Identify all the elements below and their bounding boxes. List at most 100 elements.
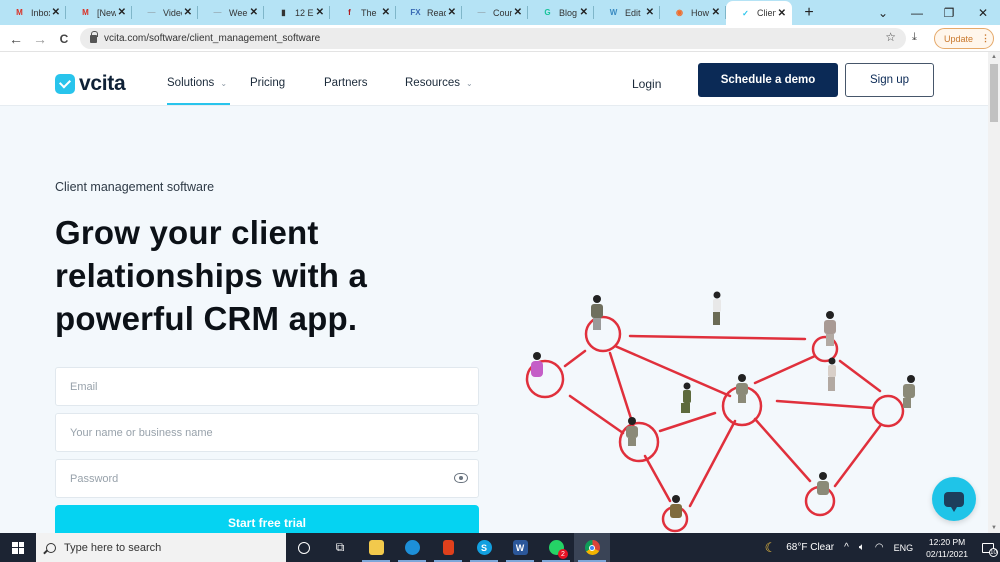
email-input[interactable] bbox=[70, 380, 430, 393]
scroll-down-icon[interactable]: ▼ bbox=[991, 525, 997, 531]
close-tab-icon[interactable]: ✕ bbox=[52, 7, 60, 18]
close-tab-icon[interactable]: ✕ bbox=[712, 7, 720, 18]
wordpress-icon: W bbox=[609, 8, 618, 17]
browser-tab[interactable]: ✓ Client✕ bbox=[726, 1, 792, 25]
tab-title: Video bbox=[163, 7, 182, 18]
hero-section: Client management software Grow your cli… bbox=[0, 106, 988, 533]
password-field[interactable] bbox=[55, 459, 479, 498]
close-tab-icon[interactable]: ✕ bbox=[250, 7, 258, 18]
person-figure bbox=[713, 291, 721, 325]
update-label: Update bbox=[944, 33, 974, 44]
browser-tab[interactable]: W Edit ✕ bbox=[594, 0, 660, 25]
whatsapp-button[interactable]: 2 bbox=[538, 533, 574, 562]
scroll-up-icon[interactable]: ▲ bbox=[991, 54, 997, 60]
tab-search-button[interactable]: ⌄ bbox=[866, 0, 900, 25]
back-button[interactable]: ← bbox=[6, 29, 26, 49]
browser-tab[interactable]: — Video✕ bbox=[132, 0, 198, 25]
forward-button[interactable]: → bbox=[30, 29, 50, 49]
clock[interactable]: 12:20 PM 02/11/2021 bbox=[926, 536, 968, 560]
task-view-button[interactable]: ⧉ bbox=[322, 533, 358, 562]
business-name-input[interactable] bbox=[70, 426, 430, 439]
lock-icon bbox=[90, 30, 98, 43]
close-tab-icon[interactable]: ✕ bbox=[448, 7, 456, 18]
weather-text[interactable]: 68°F Clear bbox=[786, 542, 834, 553]
network-node bbox=[584, 315, 622, 353]
nav-solutions[interactable]: Solutions ⌄ bbox=[167, 77, 227, 89]
close-tab-icon[interactable]: ✕ bbox=[778, 8, 786, 19]
live-chat-button[interactable] bbox=[932, 477, 976, 521]
whatsapp-badge: 2 bbox=[558, 549, 568, 559]
new-tab-button[interactable]: + bbox=[796, 0, 822, 25]
tab-title: Edit bbox=[625, 7, 641, 18]
login-link[interactable]: Login bbox=[632, 77, 661, 91]
update-button[interactable]: Update ⋮ bbox=[934, 28, 994, 49]
network-node bbox=[871, 394, 905, 428]
volume-icon[interactable]: 🔈︎ bbox=[859, 542, 865, 553]
sign-up-button[interactable]: Sign up bbox=[845, 63, 934, 97]
nav-partners[interactable]: Partners bbox=[324, 77, 367, 89]
language-indicator[interactable]: ENG bbox=[894, 543, 914, 553]
person-figure bbox=[531, 352, 543, 377]
browser-tab[interactable]: f The ✕ bbox=[330, 0, 396, 25]
cortana-button[interactable] bbox=[286, 533, 322, 562]
nav-pricing[interactable]: Pricing bbox=[250, 77, 285, 89]
start-button[interactable] bbox=[0, 533, 36, 562]
vcita-logo[interactable]: vcita bbox=[55, 72, 126, 96]
close-window-button[interactable]: ✕ bbox=[966, 0, 1000, 25]
browser-tab[interactable]: ▮ 12 E ✕ bbox=[264, 0, 330, 25]
file-explorer-button[interactable] bbox=[358, 533, 394, 562]
browser-tab[interactable]: M Inbox✕ bbox=[0, 0, 66, 25]
skype-button[interactable]: S bbox=[466, 533, 502, 562]
address-bar[interactable]: vcita.com/software/client_management_sof… bbox=[80, 28, 906, 49]
fx-icon: FX bbox=[410, 8, 421, 17]
browser-tab[interactable]: G Blog ✕ bbox=[528, 0, 594, 25]
gmail-icon: M bbox=[16, 8, 23, 17]
close-tab-icon[interactable]: ✕ bbox=[646, 7, 654, 18]
trello-icon: ▮ bbox=[281, 8, 286, 17]
close-tab-icon[interactable]: ✕ bbox=[184, 7, 192, 18]
browser-tab[interactable]: FX Read✕ bbox=[396, 0, 462, 25]
close-tab-icon[interactable]: ✕ bbox=[316, 7, 324, 18]
generic-page-icon: — bbox=[147, 8, 156, 17]
close-tab-icon[interactable]: ✕ bbox=[514, 7, 522, 18]
browser-tab[interactable]: — Week✕ bbox=[198, 0, 264, 25]
close-tab-icon[interactable]: ✕ bbox=[118, 7, 126, 18]
show-password-eye-icon[interactable] bbox=[454, 473, 468, 483]
restore-button[interactable]: ❐ bbox=[932, 0, 966, 25]
close-tab-icon[interactable]: ✕ bbox=[580, 7, 588, 18]
email-field[interactable] bbox=[55, 367, 479, 406]
office-button[interactable] bbox=[430, 533, 466, 562]
scrollbar-thumb[interactable] bbox=[990, 64, 998, 122]
browser-tab[interactable]: ◉ How ✕ bbox=[660, 0, 726, 25]
edge-button[interactable] bbox=[394, 533, 430, 562]
bookmark-star-icon[interactable]: ☆ bbox=[885, 30, 896, 44]
schedule-demo-button[interactable]: Schedule a demo bbox=[698, 63, 838, 97]
download-icon[interactable]: ⤓ bbox=[912, 31, 917, 44]
browser-tab[interactable]: M [New ✕ bbox=[66, 0, 132, 25]
reload-button[interactable]: C bbox=[54, 29, 74, 49]
generic-page-icon: — bbox=[477, 8, 486, 17]
chrome-button[interactable] bbox=[574, 533, 610, 562]
minimize-button[interactable]: — bbox=[900, 0, 934, 25]
nav-resources[interactable]: Resources ⌄ bbox=[405, 77, 473, 89]
tab-title: 12 E bbox=[295, 7, 314, 18]
nav-label: Resources bbox=[405, 77, 460, 89]
start-free-trial-button[interactable]: Start free trial bbox=[55, 505, 479, 533]
network-link bbox=[838, 359, 882, 393]
reload-icon: C bbox=[59, 32, 69, 46]
word-button[interactable]: W bbox=[502, 533, 538, 562]
clock-date: 02/11/2021 bbox=[926, 548, 968, 559]
chevron-up-icon[interactable]: ^ bbox=[844, 542, 849, 553]
action-center-button[interactable]: 10 bbox=[976, 533, 1000, 562]
browser-tab[interactable]: — Cour ✕ bbox=[462, 0, 528, 25]
arrow-left-icon: ← bbox=[9, 31, 23, 47]
close-tab-icon[interactable]: ✕ bbox=[382, 7, 390, 18]
page-scrollbar[interactable]: ▲ ▼ bbox=[988, 52, 1000, 533]
wifi-icon[interactable]: ◠ bbox=[875, 542, 884, 553]
skype-icon: S bbox=[476, 540, 492, 555]
name-field[interactable] bbox=[55, 413, 479, 452]
password-input[interactable] bbox=[70, 472, 430, 485]
taskbar-search[interactable]: Type here to search bbox=[36, 533, 286, 562]
tab-title: Inbox bbox=[31, 7, 50, 18]
generic-page-icon: — bbox=[213, 8, 222, 17]
